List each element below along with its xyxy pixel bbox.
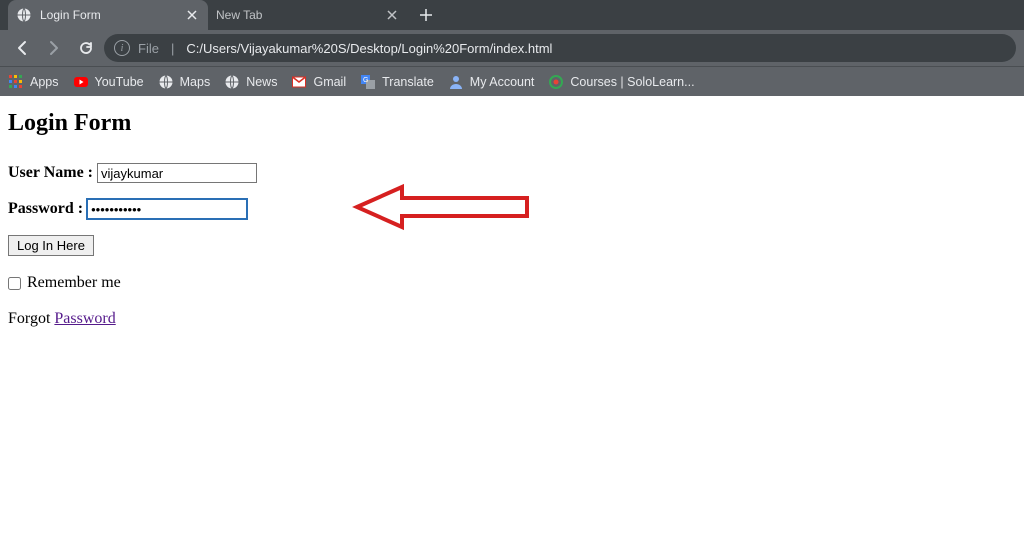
remember-checkbox[interactable] xyxy=(8,277,21,290)
address-scheme: File xyxy=(138,41,159,56)
forgot-row: Forgot Password xyxy=(8,310,1016,328)
bookmark-label: Gmail xyxy=(313,75,346,89)
password-input[interactable] xyxy=(87,199,247,219)
remember-row: Remember me xyxy=(8,274,1016,292)
forgot-password-link[interactable]: Password xyxy=(54,310,115,327)
bookmark-label: Maps xyxy=(180,75,211,89)
bookmark-label: Apps xyxy=(30,75,59,89)
gmail-icon xyxy=(291,74,307,90)
youtube-icon xyxy=(73,74,89,90)
page-title: Login Form xyxy=(8,110,1016,137)
bookmark-apps[interactable]: Apps xyxy=(8,74,59,90)
bookmark-courses[interactable]: Courses | SoloLearn... xyxy=(548,74,694,90)
account-icon xyxy=(448,74,464,90)
info-icon[interactable]: i xyxy=(114,40,130,56)
tab-login-form[interactable]: Login Form xyxy=(8,0,208,30)
back-button[interactable] xyxy=(8,34,36,62)
bookmark-gmail[interactable]: Gmail xyxy=(291,74,346,90)
username-input[interactable] xyxy=(97,163,257,183)
password-row: Password : xyxy=(8,199,1016,219)
globe-icon xyxy=(16,7,32,23)
svg-text:G: G xyxy=(363,77,368,84)
reload-button[interactable] xyxy=(72,34,100,62)
apps-icon xyxy=(8,74,24,90)
username-row: User Name : xyxy=(8,163,1016,183)
remember-label: Remember me xyxy=(27,274,121,292)
tab-title: New Tab xyxy=(216,8,262,22)
bookmark-label: Courses | SoloLearn... xyxy=(570,75,694,89)
login-button[interactable]: Log In Here xyxy=(8,235,94,256)
tab-title: Login Form xyxy=(40,8,101,22)
bookmark-news[interactable]: News xyxy=(224,74,277,90)
close-icon[interactable] xyxy=(384,7,400,23)
close-icon[interactable] xyxy=(184,7,200,23)
bookmark-youtube[interactable]: YouTube xyxy=(73,74,144,90)
bookmark-myaccount[interactable]: My Account xyxy=(448,74,535,90)
browser-chrome: Login Form New Tab i xyxy=(0,0,1024,96)
bookmark-label: Translate xyxy=(382,75,434,89)
new-tab-button[interactable] xyxy=(412,1,440,29)
address-separator: | xyxy=(171,41,174,56)
translate-icon: G xyxy=(360,74,376,90)
tab-new-tab[interactable]: New Tab xyxy=(208,0,408,30)
bookmark-label: YouTube xyxy=(95,75,144,89)
bookmark-translate[interactable]: G Translate xyxy=(360,74,434,90)
password-label: Password : xyxy=(8,200,83,218)
tab-bar: Login Form New Tab xyxy=(0,0,1024,30)
toolbar: i File | C:/Users/Vijayakumar%20S/Deskto… xyxy=(0,30,1024,66)
forward-button[interactable] xyxy=(40,34,68,62)
bookmark-label: News xyxy=(246,75,277,89)
bookmarks-bar: Apps YouTube Maps News Gmail xyxy=(0,66,1024,96)
bookmark-maps[interactable]: Maps xyxy=(158,74,211,90)
username-label: User Name : xyxy=(8,164,93,182)
page-body: Login Form User Name : Password : Log In… xyxy=(0,96,1024,342)
address-path: C:/Users/Vijayakumar%20S/Desktop/Login%2… xyxy=(186,41,552,56)
forgot-prefix: Forgot xyxy=(8,310,54,327)
sololearn-icon xyxy=(548,74,564,90)
address-bar[interactable]: i File | C:/Users/Vijayakumar%20S/Deskto… xyxy=(104,34,1016,62)
globe-icon xyxy=(158,74,174,90)
globe-icon xyxy=(224,74,240,90)
bookmark-label: My Account xyxy=(470,75,535,89)
